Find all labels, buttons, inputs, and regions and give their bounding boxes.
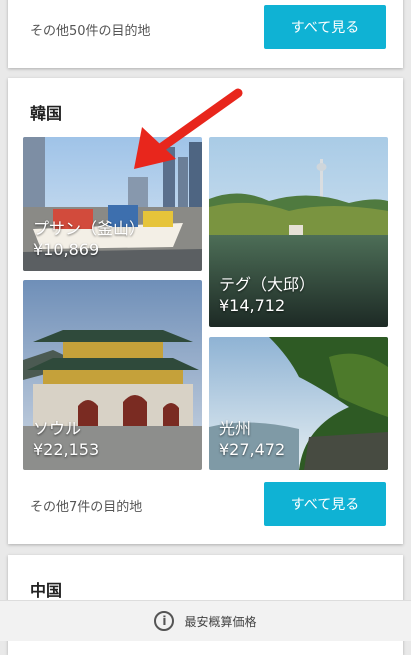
- see-all-button[interactable]: すべて見る: [264, 482, 386, 526]
- section-title: 中国: [30, 581, 63, 600]
- destination-name: プサン（釜山）: [33, 219, 146, 238]
- more-destinations-text: その他50件の目的地: [30, 24, 151, 39]
- bottom-info-bar[interactable]: i 最安概算価格: [0, 600, 411, 641]
- destination-tile-gwangju[interactable]: 光州 ¥27,472: [209, 337, 388, 470]
- more-destinations-text: その他7件の目的地: [30, 500, 143, 515]
- bottom-bar-label: 最安概算価格: [184, 614, 257, 629]
- destination-price: ¥27,472: [219, 440, 286, 459]
- destination-price: ¥14,712: [219, 296, 286, 315]
- annotation-arrow-icon: [134, 88, 243, 169]
- see-all-button[interactable]: すべて見る: [264, 5, 386, 49]
- destination-name: 光州: [219, 419, 252, 438]
- section-title: 韓国: [30, 104, 63, 123]
- destination-price: ¥10,869: [33, 240, 100, 259]
- destination-name: ソウル: [33, 419, 82, 438]
- destination-name: テグ（大邱）: [219, 275, 316, 294]
- previous-section-card: その他50件の目的地 すべて見る: [8, 0, 403, 68]
- info-icon: i: [154, 611, 175, 631]
- destination-tile-seoul[interactable]: ソウル ¥22,153: [23, 280, 202, 470]
- destination-price: ¥22,153: [33, 440, 100, 459]
